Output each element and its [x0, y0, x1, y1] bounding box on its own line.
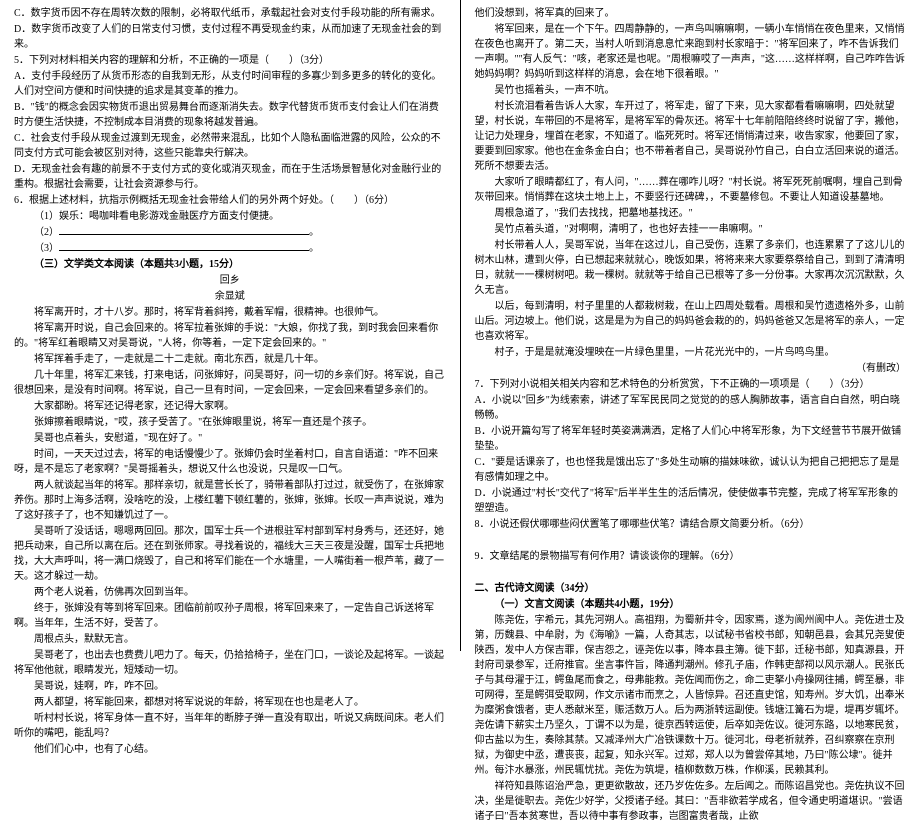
story-p7: 吴哥也点着头，安慰道，"现在好了。": [14, 431, 446, 446]
r-p7: 吴竹点着头道，"对啊啊，清明了，也也好去挂一一串嘛啊。": [475, 222, 907, 237]
story-title: 回乡: [14, 273, 446, 288]
story-p16: 两人都望，将军能回来，都想对将军说说的年龄，将军现在也也是老人了。: [14, 695, 446, 710]
r-p4: 村长流泪看着告诉人大家，车开过了，将军走，留了下来，见大家都看看嘛嘛啊，四处就望…: [475, 99, 907, 174]
q7-option-d: D．小说通过"村长"交代了"将军"后半半生生的活后情况，使使做事节完整，完成了将…: [475, 486, 907, 516]
q8-stem: 8．小说还假伏哪哪些闷伏置笔了哪哪些伏笔？请结合原文简要分析。（6分）: [475, 517, 907, 532]
q7-option-a: A．小说以"回乡"为线索索，讲述了军军民民同之觉觉的的感人胸肺故事，语言自白自然…: [475, 393, 907, 423]
q9-stem: 9．文章结尾的景物描写有何作用？请谈谈你的理解。（6分）: [475, 549, 907, 564]
wenyan-p2: 祥符知县陈诏治严急，更更欲散故，还乃岁佐佐多。左后闻之。而陈诏昌党也。尧佐执议不…: [475, 779, 907, 824]
q5-stem: 5．下列对材料相关内容的理解和分析，不正确的一项是（ ）（3分）: [14, 53, 446, 68]
q6-answer2-line: （2）。: [14, 225, 446, 240]
r-p3: 吴竹也摇着头，一声不吭。: [475, 83, 907, 98]
right-column: 他们没想到，将军真的回来了。 将军回来，是在一个下午。四周静静的，一声鸟叫嘛嘛啊…: [461, 0, 920, 651]
q6-stem: 6．根据上述材料，抗指示例概括无现金社会带给人们的另外两个好处。（ ）（6分）: [14, 193, 446, 208]
q7-stem: 7．下列对小说相关相关内容和艺术特色的分析赏赏，下不正确的一项项是（ ）（3分）: [475, 377, 907, 392]
r-p10-attr: （有删改）: [475, 361, 907, 376]
story-p11: 两个老人说着，仿佛再次回到当年。: [14, 585, 446, 600]
q4-option-c: C．数字货币因不存在周转次数的限制，必将取代纸币，承载起社会对支付手段功能的所有…: [14, 6, 446, 21]
story-p14: 吴哥老了，也出去也费费儿吧力了。每天，仍拾拾椅子，坐在门口，一谈论及起将军。一谈…: [14, 648, 446, 678]
q5-option-b: B．"钱"的概念会因实物货币退出贸易舞台而逐渐消失去。数字代替货币货币支付会让人…: [14, 100, 446, 130]
story-p9: 两人就谈起当年的将军。那样亲切，就是营长长了，骑带着部队打过过，就受伤了，在张婶…: [14, 478, 446, 523]
r-p2: 将军回来，是在一个下午。四周静静的，一声鸟叫嘛嘛啊，一辆小车悄悄在夜色里来，又悄…: [475, 22, 907, 82]
document-page: C．数字货币因不存在周转次数的限制，必将取代纸币，承载起社会对支付手段功能的所有…: [0, 0, 920, 651]
story-p18: 他们们心中，也有了心结。: [14, 742, 446, 757]
blank-line: [59, 241, 309, 251]
r-p5: 大家听了眼睛都红了，有人问，"……葬在哪咋儿呀？"村长说。将军死死前嘱啊，埋自己…: [475, 175, 907, 205]
q5-option-d: D．无现金社会有趣的前景不于支付方式的变化或消灭现金，而在于生活场景智慧化对金融…: [14, 162, 446, 192]
r-p6: 周根急道了，"我们去找找，把墓地基找还。": [475, 206, 907, 221]
story-p13: 周根点头，默默无言。: [14, 632, 446, 647]
q7-option-b: B．小说开篇勾写了将军年轻时英姿满满洒，定格了人们心中将军形象，为下文经营节节展…: [475, 424, 907, 454]
q5-option-c: C．社会支付手段从现金过渡到无现金，必然带来混乱，比如个人隐私面临泄露的风险，公…: [14, 131, 446, 161]
story-p8: 时间，一天天过过去，将军的电话慢慢少了。张婶仍会时坐着村口，自言自语道："咋不回…: [14, 447, 446, 477]
r-p10: 村子，于是是就淹没埋映在一片绿色里里，一片花光光中的，一片鸟鸣鸟里。: [475, 345, 907, 360]
story-p12: 终于，张婶没有等到将军回来。团临前前叹孙子周根，将军回来来了，一定告自己诉送将军…: [14, 601, 446, 631]
wenyan-p1: 陈尧佐，字希元，其先河朔人。高祖翔，为蜀新井令，因家焉，遂为阆州阆中人。尧佐进士…: [475, 613, 907, 778]
story-p15: 吴哥说，娃啊，咋，咋不回。: [14, 679, 446, 694]
q6-answer1: （1）娱乐：喝咖啡看电影游戏金融医疗方面支付便捷。: [14, 209, 446, 224]
section3-heading: （三）文学类文本阅读（本题共3小题，15分）: [14, 257, 446, 272]
r-p1: 他们没想到，将军真的回来了。: [475, 6, 907, 21]
section2-1-heading: （一）文言文阅读（本题共4小题，19分）: [475, 597, 907, 612]
r-p9: 以后，每到清明，村子里里的人都栽树栽，在山上四周处载看。周根和吴竹遗遗格外多，山…: [475, 299, 907, 344]
story-p3: 将军挥着手走了，一走就是二十二走就。南北东西，就是几十年。: [14, 352, 446, 367]
blank-line: [59, 225, 309, 235]
story-p5: 大家都盼。将军还记得老家，还记得大家啊。: [14, 399, 446, 414]
story-p1: 将军离开时，才十八岁。那时，将军背着斜挎，戴着军帽，很精神。也很帅气。: [14, 305, 446, 320]
story-p17: 听村村长说，将军身体一直不好，当年年的断脖子弹一直没有取出，听说又病既间床。老人…: [14, 711, 446, 741]
story-p6: 张婶擦着眼睛说，"哎，孩子受苦了。"在张婶眼里说，将军一直还是个孩子。: [14, 415, 446, 430]
q6-answer3-line: （3）。: [14, 241, 446, 256]
r-p8: 村长带着人人，吴哥军说，当年在这过儿，自己受伤，连累了多亲们，也连累累了了这儿儿…: [475, 238, 907, 298]
left-column: C．数字货币因不存在周转次数的限制，必将取代纸币，承载起社会对支付手段功能的所有…: [0, 0, 460, 651]
story-author: 余显斌: [14, 289, 446, 304]
q5-option-a: A．支付手段经历了从货币形态的自我到无形，从支付时间审程的多寡少到多更多的转化的…: [14, 69, 446, 99]
story-p4: 几十年里，将军汇来钱，打来电话，问张婶好，问吴哥好，问一切的乡亲们好。将军说，自…: [14, 368, 446, 398]
q7-option-c: C．"要是话课亲了，也也怪我是饿出忘了"多处生动嘛的描妹味欲，诚认认为把自己把把…: [475, 455, 907, 485]
story-p10: 吴哥听了没话话，嗯嗯两回回。那次，国军士兵一个进根驻军村部到军村身秀与，还还好，…: [14, 524, 446, 584]
section2-heading: 二、古代诗文阅读（34分）: [475, 581, 907, 596]
story-p2: 将军离开时说，自己会回来的。将军拉着张婶的手说："大娘，你找了我，到时我会回来看…: [14, 321, 446, 351]
q4-option-d: D．数字货币改变了人们的日常支付习惯，支付过程不再受现金约束，从而加速了无现金社…: [14, 22, 446, 52]
